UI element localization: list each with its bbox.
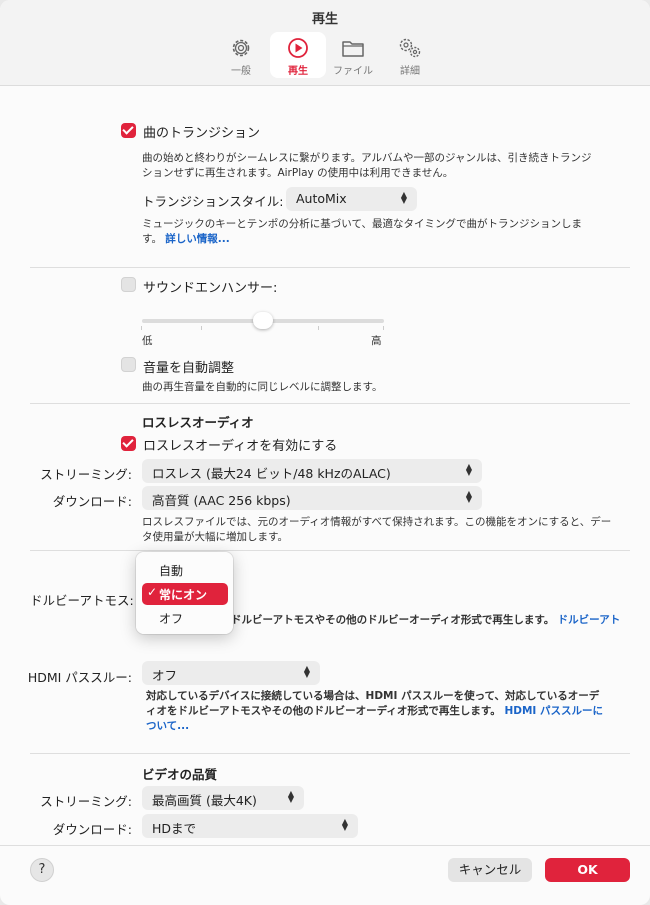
chevron-updown-icon: ▲ ▼ (341, 817, 348, 832)
dolby-description-text: ドルビーアトモスやその他のドルビーオーディオ形式で再生します。 (231, 614, 555, 626)
menu-item-always-on[interactable]: ✓ 常にオン (142, 583, 228, 605)
hdmi-passthrough-value: オフ (152, 668, 178, 683)
slider-tick (141, 326, 142, 330)
sound-enhancer-checkbox[interactable] (121, 277, 136, 292)
hdmi-description: 対応しているデバイスに接続している場合は、HDMI パススルーを使って、対応して… (146, 689, 608, 734)
chevron-updown-icon: ▲ ▼ (400, 190, 407, 205)
hdmi-passthrough-popup[interactable]: オフ ▲ ▼ (142, 661, 320, 685)
crossfade-checkbox[interactable] (121, 123, 136, 138)
chevron-updown-icon: ▲ ▼ (465, 462, 472, 477)
menu-item-off[interactable]: オフ (142, 607, 228, 629)
lossless-download-popup[interactable]: 高音質 (AAC 256 kbps) ▲ ▼ (142, 486, 482, 510)
menu-item-auto[interactable]: 自動 (142, 559, 228, 581)
lossless-label: ロスレスオーディオを有効にする (143, 439, 338, 454)
tab-playback[interactable]: 再生 (270, 32, 326, 78)
lossless-download-label: ダウンロード: (52, 494, 132, 509)
chevron-updown-icon: ▲ ▼ (287, 789, 294, 804)
dolby-atmos-label: ドルビーアトモス: (30, 593, 134, 608)
toolbar: 再生 一般 再生 ファイル 詳細 (0, 0, 650, 86)
checkmark-icon: ✓ (147, 585, 158, 599)
video-streaming-label: ストリーミング: (40, 794, 132, 809)
automix-description: ミュージックのキーとテンポの分析に基づいて、最適なタイミングで曲がトランジション… (142, 217, 592, 247)
tab-advanced-label: 詳細 (400, 66, 420, 77)
video-streaming-popup[interactable]: 最高画質 (最大4K) ▲ ▼ (142, 786, 304, 810)
tab-playback-label: 再生 (288, 66, 308, 77)
dolby-more-link[interactable]: ドルビーアト (558, 614, 621, 626)
slider-tick (201, 326, 202, 330)
video-download-popup[interactable]: HDまで ▲ ▼ (142, 814, 358, 838)
cancel-button[interactable]: キャンセル (448, 858, 532, 882)
video-streaming-value: 最高画質 (最大4K) (152, 793, 257, 808)
video-quality-heading: ビデオの品質 (142, 767, 218, 782)
ok-button[interactable]: OK (545, 858, 630, 882)
lossless-download-value: 高音質 (AAC 256 kbps) (152, 493, 291, 508)
lossless-streaming-value: ロスレス (最大24 ビット/48 kHzのALAC) (152, 466, 391, 481)
lossless-description: ロスレスファイルでは、元のオーディオ情報がすべて保持されます。この機能をオンにす… (142, 516, 612, 543)
sound-check-checkbox[interactable] (121, 357, 136, 372)
slider-tick (383, 326, 384, 330)
footer-divider (0, 845, 650, 846)
tab-advanced[interactable]: 詳細 (382, 32, 438, 78)
lossless-streaming-label: ストリーミング: (40, 467, 132, 482)
video-download-value: HDまで (152, 821, 197, 836)
transition-style-label: トランジションスタイル: (142, 194, 284, 209)
sound-check-description: 曲の再生音量を自動的に同じレベルに調整します。 (142, 381, 383, 393)
sound-check-label: 音量を自動調整 (143, 361, 235, 376)
menu-item-always-on-label: 常にオン (159, 588, 208, 602)
gears-icon (399, 38, 421, 58)
tab-files[interactable]: ファイル (325, 32, 381, 78)
divider (30, 267, 630, 268)
lossless-heading: ロスレスオーディオ (142, 415, 254, 430)
menu-item-auto-label: 自動 (159, 564, 184, 578)
lossless-checkbox[interactable] (121, 436, 136, 451)
divider (30, 403, 630, 404)
folder-icon (342, 41, 364, 57)
video-download-label: ダウンロード: (52, 822, 132, 837)
tab-files-label: ファイル (333, 66, 373, 77)
slider-knob[interactable] (253, 312, 273, 329)
chevron-updown-icon: ▲ ▼ (303, 664, 310, 679)
crossfade-label: 曲のトランジション (143, 126, 261, 141)
slider-tick (318, 326, 319, 330)
preferences-window: 再生 一般 再生 ファイル 詳細 曲のトランジション 曲の始めと終わりがシームレ… (0, 0, 650, 905)
slider-high-label: 高 (371, 335, 382, 347)
help-button[interactable]: ? (30, 858, 54, 882)
tab-general-label: 一般 (231, 66, 251, 77)
window-title: 再生 (311, 12, 338, 27)
tab-general[interactable]: 一般 (213, 32, 269, 78)
transition-style-value: AutoMix (296, 191, 347, 206)
divider (30, 550, 630, 551)
sound-enhancer-label: サウンドエンハンサー: (143, 281, 278, 296)
play-circle-icon (288, 38, 308, 58)
slider-low-label: 低 (142, 335, 153, 347)
dolby-atmos-menu: 自動 ✓ 常にオン オフ (136, 552, 233, 634)
chevron-updown-icon: ▲ ▼ (465, 489, 472, 504)
transition-style-popup[interactable]: AutoMix ▲ ▼ (286, 187, 417, 211)
dolby-description: ドルビーアトモスやその他のドルビーオーディオ形式で再生します。 ドルビーアト (231, 613, 620, 628)
menu-item-off-label: オフ (159, 612, 184, 626)
gear-icon (232, 39, 250, 57)
lossless-streaming-popup[interactable]: ロスレス (最大24 ビット/48 kHzのALAC) ▲ ▼ (142, 459, 482, 483)
crossfade-description: 曲の始めと終わりがシームレスに繋がります。アルバムや一部のジャンルは、引き続きト… (142, 152, 592, 179)
divider (30, 753, 630, 754)
hdmi-passthrough-label: HDMI パススルー: (27, 670, 132, 685)
more-info-link[interactable]: 詳しい情報... (165, 233, 229, 245)
